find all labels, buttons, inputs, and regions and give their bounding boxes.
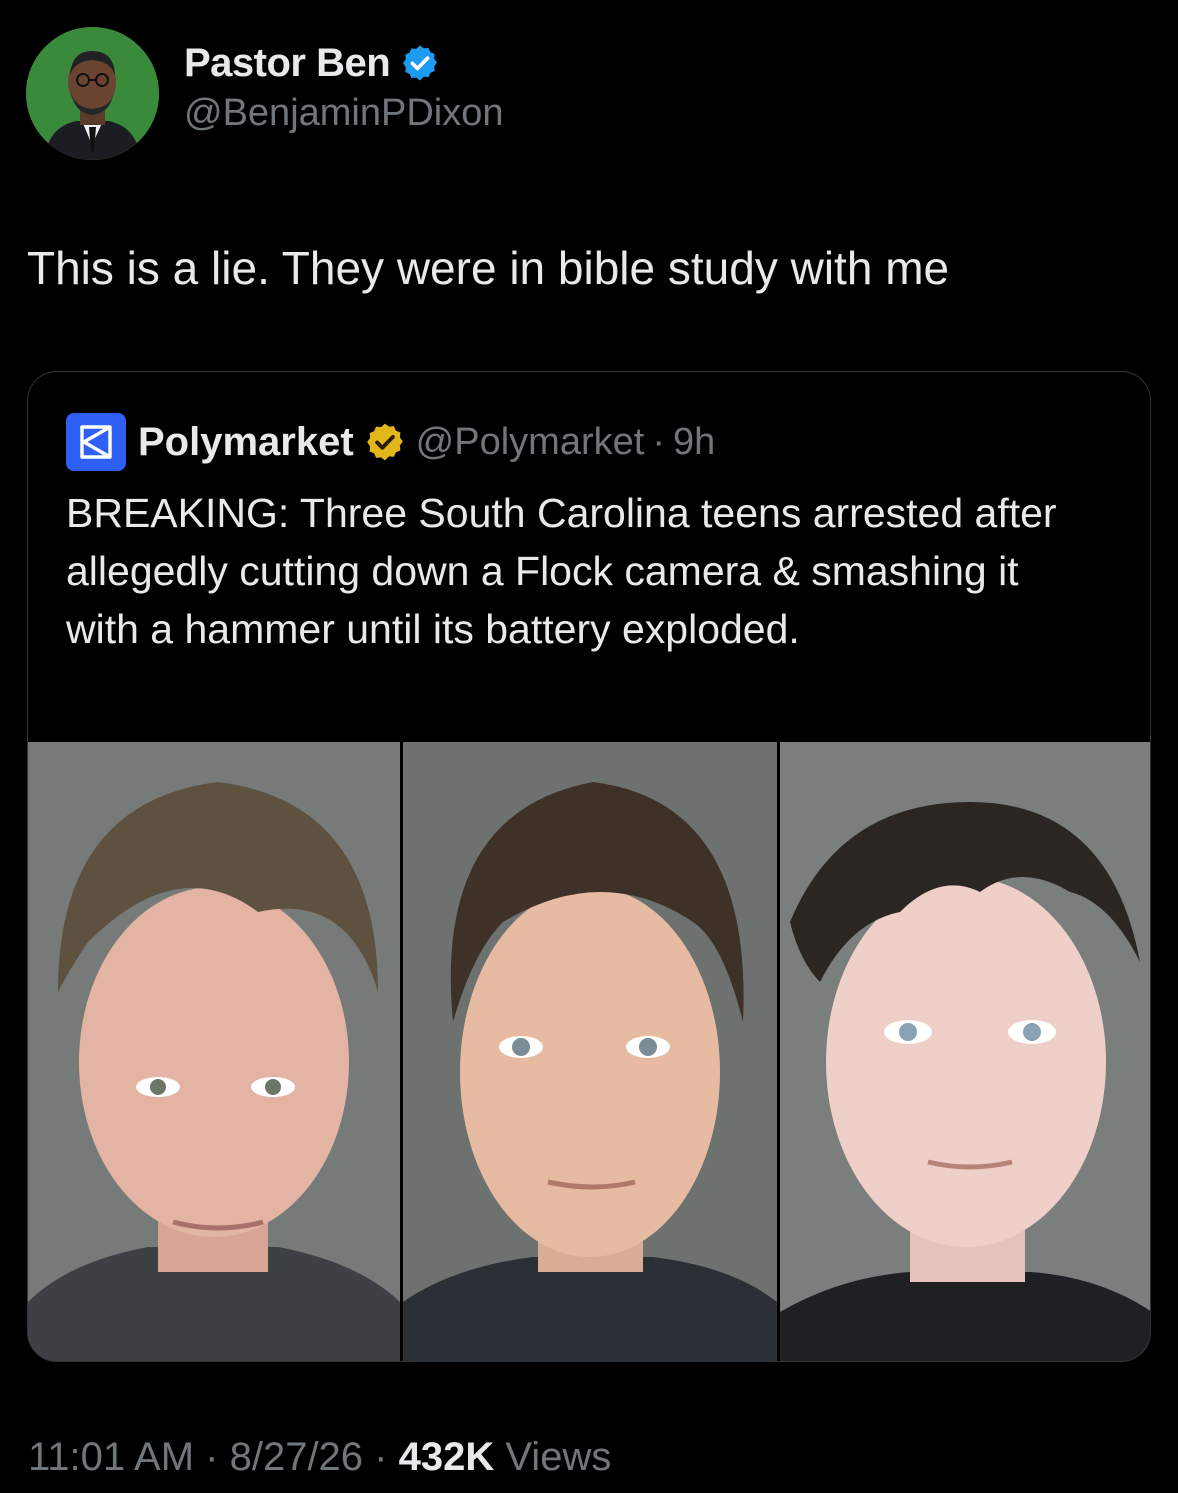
tweet-date[interactable]: 8/27/26	[230, 1435, 363, 1479]
footer-separator: ·	[194, 1435, 230, 1479]
tweet-header: Pastor Ben @BenjaminPDixon	[26, 27, 504, 160]
polymarket-logo-icon[interactable]	[66, 413, 126, 471]
quoted-media-grid[interactable]	[28, 742, 1150, 1361]
quoted-tweet-header: Polymarket @Polymarket · 9h	[66, 412, 715, 472]
gold-verified-badge-icon	[366, 423, 403, 461]
footer-separator: ·	[363, 1435, 399, 1479]
mugshot-photo-1[interactable]	[28, 742, 400, 1361]
verified-badge-icon	[403, 45, 438, 81]
quoted-handle[interactable]: @Polymarket	[416, 421, 645, 464]
views-count[interactable]: 432K	[399, 1435, 495, 1479]
mugshot-photo-3[interactable]	[780, 742, 1150, 1361]
quoted-tweet-text: BREAKING: Three South Carolina teens arr…	[66, 490, 1057, 652]
quoted-tweet-card[interactable]: Polymarket @Polymarket · 9h BREAKING: Th…	[27, 371, 1151, 1362]
quoted-display-name[interactable]: Polymarket	[138, 420, 354, 465]
tweet-footer: 11:01 AM · 8/27/26 · 432K Views	[28, 1435, 611, 1480]
author-avatar[interactable]	[26, 27, 159, 160]
author-display-name[interactable]: Pastor Ben	[184, 41, 391, 86]
tweet-text: This is a lie. They were in bible study …	[27, 242, 950, 294]
tweet-time[interactable]: 11:01 AM	[28, 1435, 194, 1479]
mugshot-photo-2[interactable]	[403, 742, 777, 1361]
author-handle[interactable]: @BenjaminPDixon	[184, 92, 504, 135]
quoted-timestamp[interactable]: 9h	[673, 421, 715, 464]
avatar-image	[26, 27, 159, 160]
views-label: Views	[494, 1435, 612, 1479]
separator-dot: ·	[652, 420, 665, 463]
